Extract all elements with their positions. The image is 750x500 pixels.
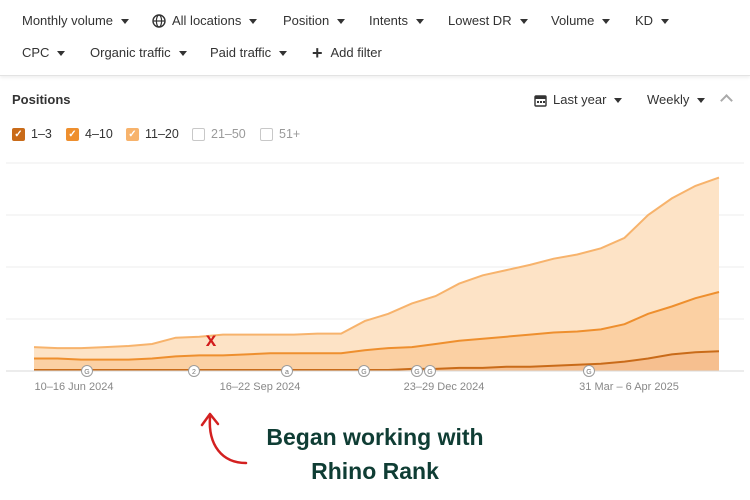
annotation-line-1: Began working with — [266, 424, 484, 450]
legend-label: 11–20 — [145, 127, 179, 141]
plus-icon: + — [312, 43, 323, 63]
intents-label: Intents — [369, 13, 409, 28]
caret-down-icon — [416, 18, 425, 24]
position-filter[interactable]: Position — [283, 10, 346, 32]
position-label: Position — [283, 13, 330, 28]
filter-bar: Monthly volume All locations Position In… — [0, 0, 750, 76]
x-tick-label: 23–29 Dec 2024 — [404, 381, 485, 393]
checkbox-checked-icon: ✓ — [66, 127, 79, 141]
caret-down-icon — [697, 97, 706, 103]
event-marker-label: G — [361, 369, 366, 376]
monthly-volume-label: Monthly volume — [22, 13, 114, 28]
caret-down-icon — [178, 50, 187, 56]
checkbox-unchecked-icon — [260, 127, 273, 141]
caret-down-icon — [279, 50, 288, 56]
all-locations-label: All locations — [172, 13, 242, 28]
organic-traffic-filter[interactable]: Organic traffic — [90, 42, 187, 64]
volume-label: Volume — [551, 13, 595, 28]
event-marker-label: a — [285, 369, 289, 376]
cpc-label: CPC — [22, 45, 50, 60]
caret-down-icon — [519, 18, 528, 24]
intents-filter[interactable]: Intents — [369, 10, 425, 32]
event-marker-label: G — [84, 369, 89, 376]
legend-label: 51+ — [279, 127, 301, 141]
date-range-dropdown[interactable]: Last year — [534, 90, 623, 110]
collapse-chevron-icon[interactable] — [720, 94, 733, 107]
date-range-label: Last year — [553, 92, 607, 107]
lowest-dr-filter[interactable]: Lowest DR — [448, 10, 528, 32]
lowest-dr-label: Lowest DR — [448, 13, 512, 28]
granularity-label: Weekly — [647, 92, 690, 107]
paid-traffic-label: Paid traffic — [210, 45, 272, 60]
annotation-line-2: Rhino Rank — [311, 458, 439, 484]
legend-label: 4–10 — [85, 127, 113, 141]
checkbox-unchecked-icon — [192, 127, 205, 141]
caret-down-icon — [614, 97, 623, 103]
organic-traffic-label: Organic traffic — [90, 45, 171, 60]
legend-item-1-3[interactable]: ✓ 1–3 — [12, 125, 52, 143]
kd-filter[interactable]: KD — [635, 10, 670, 32]
legend-label: 1–3 — [31, 127, 52, 141]
x-tick-label: 10–16 Jun 2024 — [35, 381, 114, 393]
granularity-dropdown[interactable]: Weekly — [647, 90, 706, 110]
event-marker-label: G — [427, 369, 432, 376]
caret-down-icon — [121, 18, 130, 24]
x-tick-label: 16–22 Sep 2024 — [220, 381, 301, 393]
positions-chart: G 2 a G G G G 10–16 Jun 2024 16–22 Sep 2024 23–29… — [6, 162, 744, 393]
add-filter-label: Add filter — [330, 45, 382, 60]
all-locations-filter[interactable]: All locations — [152, 10, 258, 32]
paid-traffic-filter[interactable]: Paid traffic — [210, 42, 288, 64]
legend-item-51-plus[interactable]: 51+ — [260, 125, 300, 143]
legend-label: 21–50 — [211, 127, 246, 141]
checkbox-checked-icon: ✓ — [12, 127, 25, 141]
event-marker-label: G — [414, 369, 419, 376]
caret-down-icon — [661, 18, 670, 24]
caret-down-icon — [337, 18, 346, 24]
event-marker-label: 2 — [192, 369, 196, 376]
x-mark: x — [206, 330, 217, 351]
calendar-icon — [534, 94, 547, 107]
add-filter-button[interactable]: + Add filter — [312, 42, 382, 64]
panel-title: Positions — [12, 92, 71, 107]
caret-down-icon — [602, 18, 611, 24]
annotation-text: Began working with Rhino Rank — [220, 420, 530, 488]
volume-filter[interactable]: Volume — [551, 10, 611, 32]
cpc-filter[interactable]: CPC — [22, 42, 66, 64]
caret-down-icon — [249, 18, 258, 24]
event-marker-label: G — [586, 369, 591, 376]
x-tick-label: 31 Mar – 6 Apr 2025 — [579, 381, 679, 393]
kd-label: KD — [635, 13, 654, 28]
monthly-volume-filter[interactable]: Monthly volume — [22, 10, 130, 32]
legend-item-4-10[interactable]: ✓ 4–10 — [66, 125, 113, 143]
checkbox-checked-icon: ✓ — [126, 127, 139, 141]
globe-icon — [152, 14, 166, 28]
legend-item-11-20[interactable]: ✓ 11–20 — [126, 125, 179, 143]
caret-down-icon — [57, 50, 66, 56]
legend-item-21-50[interactable]: 21–50 — [192, 125, 246, 143]
